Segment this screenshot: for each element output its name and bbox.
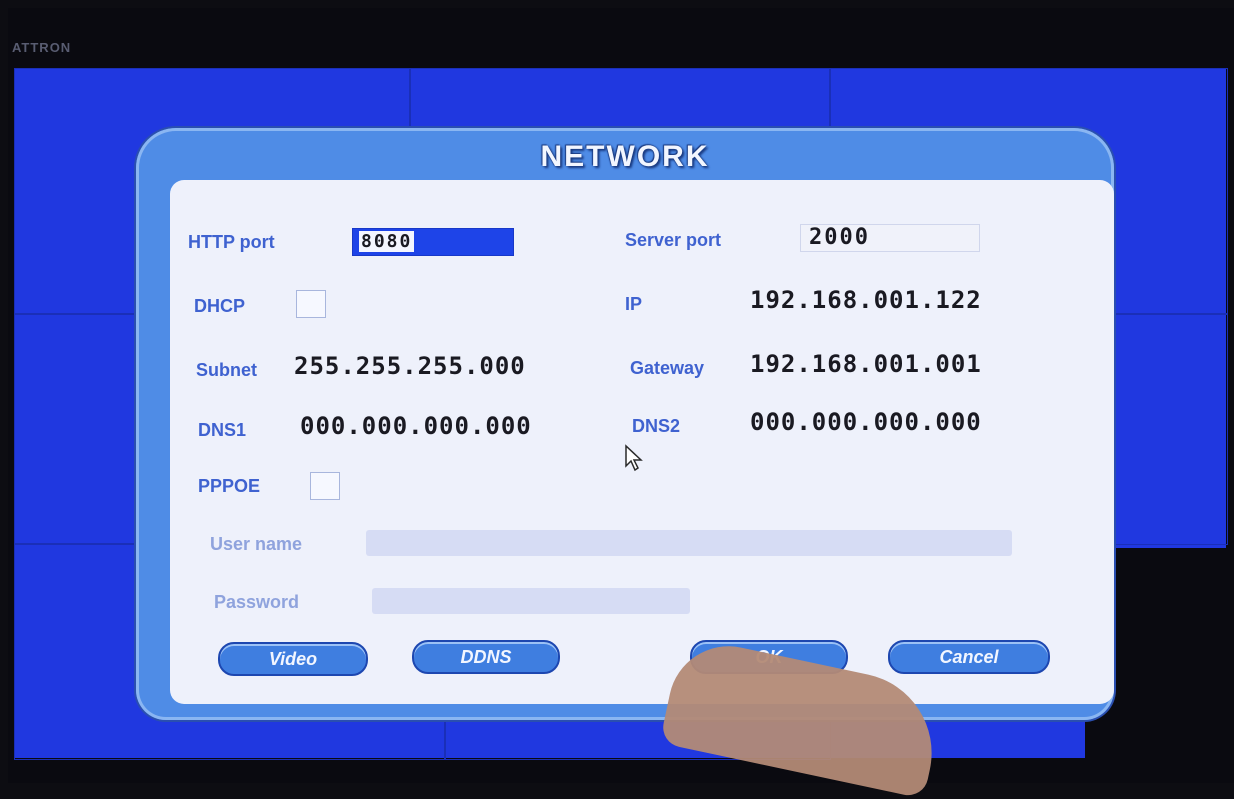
pppoe-label: PPPOE [198,476,261,496]
dns1-label: DNS1 [198,420,247,440]
mouse-cursor-icon [624,444,646,477]
cancel-button[interactable]: Cancel [888,640,1050,674]
gateway-label: Gateway [630,358,705,378]
ddns-button[interactable]: DDNS [412,640,560,674]
ip-label: IP [625,294,643,314]
ip-value[interactable]: 192.168.001.122 [750,286,982,314]
password-input[interactable] [372,588,690,614]
subnet-value[interactable]: 255.255.255.000 [294,352,526,380]
username-input[interactable] [366,530,1012,556]
network-settings-panel: HTTP port 8080 Server port 2000 DHCP IP … [170,180,1114,704]
username-label: User name [210,534,303,554]
server-port-value: 2000 [809,225,870,250]
dialog-title: NETWORK [540,140,710,173]
server-port-label: Server port [625,230,722,250]
subnet-label: Subnet [196,360,257,380]
gateway-value[interactable]: 192.168.001.001 [750,350,982,378]
dns1-value[interactable]: 000.000.000.000 [300,412,532,440]
dns2-value[interactable]: 000.000.000.000 [750,408,982,436]
server-port-input[interactable]: 2000 [800,224,980,252]
dhcp-label: DHCP [194,296,246,316]
dns2-label: DNS2 [632,416,681,436]
pppoe-checkbox[interactable] [310,472,340,500]
http-port-value: 8080 [359,231,415,252]
brand-logo: ATTRON [12,40,72,55]
http-port-input[interactable]: 8080 [352,228,514,256]
http-port-label: HTTP port [188,232,275,252]
password-label: Password [214,592,300,612]
dhcp-checkbox[interactable] [296,290,326,318]
video-button[interactable]: Video [218,642,368,676]
